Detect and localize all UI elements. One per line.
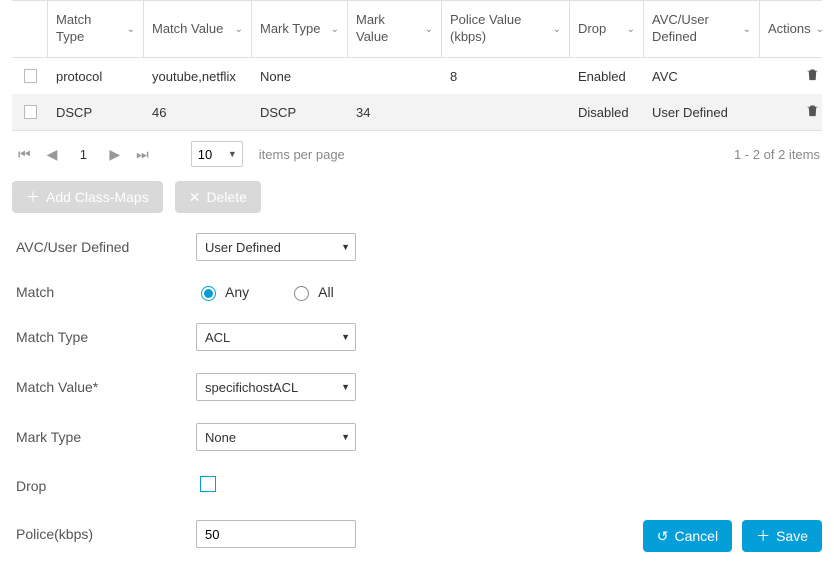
delete-button[interactable]: ✕ Delete (175, 181, 261, 213)
cell-police-value: 8 (442, 63, 570, 90)
cell-mark-value: 34 (348, 99, 442, 126)
header-mark-type-label: Mark Type (260, 21, 327, 38)
pagination-bar: ⏮ ◀ ▶ ⏭ 10 ▼ items per page 1 - 2 of 2 i… (12, 130, 822, 177)
header-mark-value[interactable]: Mark Value ⌄ (348, 1, 442, 57)
cancel-label: Cancel (674, 528, 718, 544)
pager-next-icon[interactable]: ▶ (105, 144, 124, 165)
header-avc-label: AVC/User Defined (652, 12, 739, 46)
header-match-value-label: Match Value (152, 21, 231, 38)
table-body: protocol youtube,netflix None 8 Enabled … (12, 58, 822, 130)
add-classmaps-label: Add Class-Maps (46, 189, 149, 205)
add-classmaps-button[interactable]: ＋ Add Class-Maps (12, 181, 163, 213)
match-any-label: Any (225, 284, 249, 300)
row-checkbox[interactable] (24, 105, 37, 119)
match-all-label: All (318, 284, 334, 300)
chevron-down-icon[interactable]: ⌄ (127, 24, 135, 35)
match-type-label: Match Type (16, 329, 176, 345)
header-match-type-label: Match Type (56, 12, 123, 46)
classmaps-table: Match Type ⌄ Match Value ⌄ Mark Type ⌄ M… (12, 0, 822, 177)
header-match-value[interactable]: Match Value ⌄ (144, 1, 252, 57)
police-input[interactable] (196, 520, 356, 548)
cell-drop: Enabled (570, 63, 644, 90)
header-drop[interactable]: Drop ⌄ (570, 1, 644, 57)
plus-icon: ＋ (756, 529, 770, 543)
drop-label: Drop (16, 478, 176, 494)
cell-police-value (442, 106, 570, 118)
table-header-row: Match Type ⌄ Match Value ⌄ Mark Type ⌄ M… (12, 1, 822, 58)
pager-first-icon[interactable]: ⏮ (14, 144, 35, 165)
chevron-down-icon[interactable]: ⌄ (553, 24, 561, 35)
cell-drop: Disabled (570, 99, 644, 126)
police-label: Police(kbps) (16, 526, 176, 542)
avc-label: AVC/User Defined (16, 239, 176, 255)
pager-prev-icon[interactable]: ◀ (43, 144, 62, 165)
table-row[interactable]: protocol youtube,netflix None 8 Enabled … (12, 58, 822, 94)
row-checkbox[interactable] (24, 69, 37, 83)
match-label: Match (16, 284, 176, 300)
chevron-down-icon[interactable]: ⌄ (816, 24, 824, 35)
match-value-select[interactable]: specifichostACL (196, 373, 356, 401)
header-mark-type[interactable]: Mark Type ⌄ (252, 1, 348, 57)
header-drop-label: Drop (578, 21, 623, 38)
page-size-select[interactable]: 10 (191, 141, 243, 167)
match-any-radio[interactable] (201, 286, 216, 301)
undo-icon: ↺ (657, 529, 669, 543)
chevron-down-icon[interactable]: ⌄ (743, 24, 751, 35)
footer-actions: ↺ Cancel ＋ Save (643, 520, 822, 552)
pager-summary: 1 - 2 of 2 items (734, 147, 820, 162)
cell-match-value: youtube,netflix (144, 63, 252, 90)
cell-match-type: protocol (48, 63, 144, 90)
cell-mark-type: DSCP (252, 99, 348, 126)
mark-type-select[interactable]: None (196, 423, 356, 451)
cell-match-value: 46 (144, 99, 252, 126)
pager-page-input[interactable] (69, 146, 97, 163)
match-value-label: Match Value* (16, 379, 176, 395)
match-any-option[interactable]: Any (196, 283, 249, 301)
items-per-page-label: items per page (259, 147, 345, 162)
cell-mark-type: None (252, 63, 348, 90)
classmap-form: AVC/User Defined User Defined ▼ Match An… (16, 233, 822, 548)
chevron-down-icon[interactable]: ⌄ (331, 24, 339, 35)
chevron-down-icon[interactable]: ⌄ (235, 24, 243, 35)
header-actions-label: Actions (768, 21, 812, 38)
table-row[interactable]: DSCP 46 DSCP 34 Disabled User Defined (12, 94, 822, 130)
header-avc-user-defined[interactable]: AVC/User Defined ⌄ (644, 1, 760, 57)
save-label: Save (776, 528, 808, 544)
match-type-select[interactable]: ACL (196, 323, 356, 351)
cancel-button[interactable]: ↺ Cancel (643, 520, 732, 552)
header-police-value-label: Police Value (kbps) (450, 12, 549, 46)
cell-mark-value (348, 70, 442, 82)
header-match-type[interactable]: Match Type ⌄ (48, 1, 144, 57)
mark-type-label: Mark Type (16, 429, 176, 445)
save-button[interactable]: ＋ Save (742, 520, 822, 552)
header-checkbox-cell (12, 1, 48, 57)
plus-icon: ＋ (26, 190, 40, 204)
match-all-radio[interactable] (294, 286, 309, 301)
delete-label: Delete (206, 189, 246, 205)
header-mark-value-label: Mark Value (356, 12, 421, 46)
drop-checkbox[interactable] (200, 476, 216, 492)
x-icon: ✕ (189, 190, 201, 204)
chevron-down-icon[interactable]: ⌄ (627, 24, 635, 35)
cell-avc: User Defined (644, 99, 760, 126)
cell-match-type: DSCP (48, 99, 144, 126)
action-row: ＋ Add Class-Maps ✕ Delete (12, 181, 822, 213)
trash-icon[interactable] (805, 67, 820, 85)
cell-avc: AVC (644, 63, 760, 90)
trash-icon[interactable] (805, 103, 820, 121)
header-actions[interactable]: Actions ⌄ (760, 1, 832, 57)
avc-select[interactable]: User Defined (196, 233, 356, 261)
chevron-down-icon[interactable]: ⌄ (425, 24, 433, 35)
pager-last-icon[interactable]: ⏭ (132, 144, 153, 165)
header-police-value[interactable]: Police Value (kbps) ⌄ (442, 1, 570, 57)
match-all-option[interactable]: All (289, 283, 334, 301)
